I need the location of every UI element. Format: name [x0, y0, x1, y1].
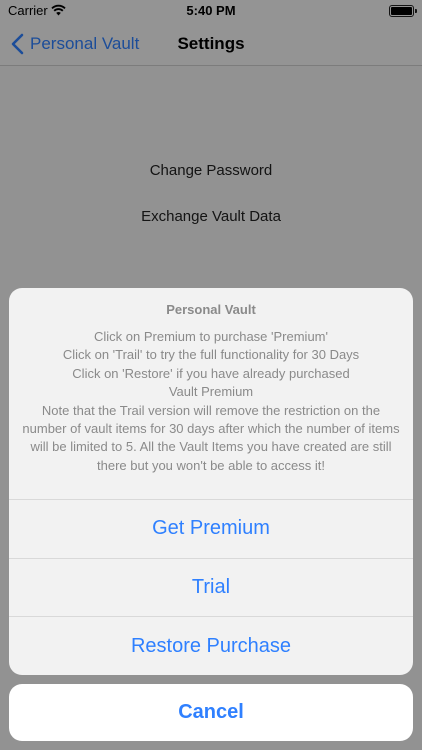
get-premium-button[interactable]: Get Premium	[9, 500, 413, 559]
restore-purchase-button[interactable]: Restore Purchase	[9, 617, 413, 675]
settings-screen: Carrier 5:40 PM Personal Vault Settings …	[0, 0, 422, 750]
action-sheet-message: Click on Premium to purchase 'Premium' C…	[22, 329, 400, 473]
cancel-button[interactable]: Cancel	[9, 684, 413, 741]
action-sheet: Personal Vault Click on Premium to purch…	[9, 288, 413, 675]
action-sheet-header: Personal Vault Click on Premium to purch…	[9, 288, 413, 500]
trial-button[interactable]: Trial	[9, 559, 413, 617]
action-sheet-title: Personal Vault	[166, 302, 256, 317]
